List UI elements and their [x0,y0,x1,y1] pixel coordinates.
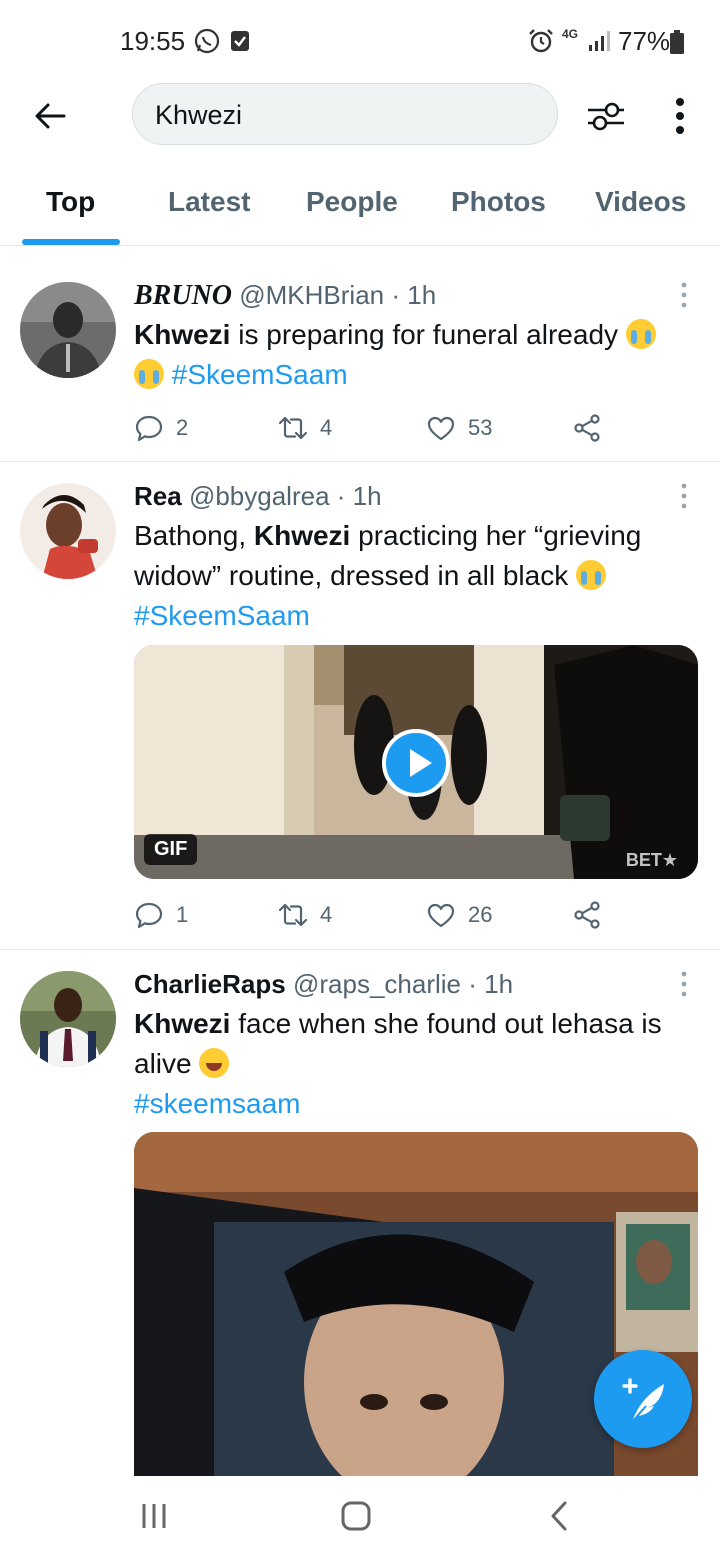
tweet-actions: 1 4 26 [134,895,604,935]
author-handle: @raps_charlie [292,969,461,999]
tweet-time: · 1h [391,280,437,310]
tweet-text: Bathong, Khwezi practicing her “grieving… [134,516,704,636]
tweet-header: BRUNO @MKHBrian · 1h [134,280,436,312]
share-icon [574,414,600,442]
arrow-left-icon [35,103,66,129]
author-name[interactable]: CharlieRaps [134,969,286,999]
search-filter-icon[interactable] [582,92,630,140]
reply-button[interactable]: 1 [134,895,188,935]
tab-top[interactable]: Top [46,186,95,218]
hashtag-link[interactable]: #SkeemSaam [134,600,310,631]
tab-videos[interactable]: Videos [595,186,686,218]
battery-level: 77% [618,26,671,56]
like-count: 26 [468,902,493,927]
tweet-body-text: is preparing for funeral already [230,319,626,350]
retweet-button[interactable]: 4 [278,408,332,448]
like-button[interactable]: 26 [426,895,492,935]
crying-emoji-icon [625,319,656,349]
author-name[interactable]: Rea [134,481,182,511]
tweet-time: · 1h [336,481,382,511]
network-type: 4G [562,27,579,41]
tab-photos[interactable]: Photos [451,186,546,218]
hashtag-link[interactable]: #SkeemSaam [172,359,348,390]
tab-latest[interactable]: Latest [168,186,250,218]
alarm-icon [529,29,553,53]
hashtag-link[interactable]: #skeemsaam [134,1088,301,1119]
avatar[interactable] [20,282,116,378]
compose-tweet-button[interactable] [594,1350,692,1448]
recent-apps-icon[interactable] [134,1496,174,1536]
tweet[interactable]: Rea @bbygalrea · 1h Bathong, Khwezi prac… [0,463,720,950]
play-button[interactable] [382,729,450,797]
media-watermark: BET★ [625,850,678,870]
tweet-text: Khwezi face when she found out lehasa is… [134,1004,704,1124]
search-tabs: Top Latest People Photos Videos [0,176,720,246]
tweet-menu-icon[interactable] [676,280,692,310]
avatar[interactable] [20,971,116,1067]
more-options-icon[interactable] [664,92,696,140]
tweet-header: Rea @bbygalrea · 1h [134,481,382,512]
tweet-text: Khwezi is preparing for funeral already … [134,315,704,395]
heart-icon [427,903,455,928]
share-button[interactable] [572,408,602,448]
heart-icon [427,416,455,441]
author-handle: @bbygalrea [188,481,330,511]
tweet-time: · 1h [468,969,514,999]
like-button[interactable]: 53 [426,408,492,448]
reply-icon [135,902,163,929]
laughing-emoji-icon [199,1048,230,1078]
share-button[interactable] [572,895,602,935]
share-icon [574,901,600,929]
battery-icon [670,30,684,54]
tweet-body-prefix: Bathong, [134,520,254,551]
gif-badge: GIF [144,834,198,865]
search-keyword: Khwezi [134,319,231,350]
status-time: 19:55 [120,26,186,56]
retweet-icon [278,903,308,927]
reply-button[interactable]: 2 [134,408,188,448]
tweet-actions: 2 4 53 [134,408,604,448]
search-header: Khwezi [0,80,720,160]
compose-feather-icon [622,1378,664,1423]
author-name[interactable]: BRUNO [134,280,232,311]
tweet[interactable]: BRUNO @MKHBrian · 1h Khwezi is preparing… [0,262,720,462]
status-bar: 19:55 4G 77% [0,0,720,80]
system-nav-bar [0,1476,720,1560]
reply-count: 1 [176,902,189,927]
reply-icon [135,415,163,442]
back-button[interactable] [28,94,72,138]
retweet-count: 4 [320,902,333,927]
check-notification-icon [231,31,249,51]
tab-people[interactable]: People [306,186,398,218]
crying-emoji-icon [134,359,164,389]
search-keyword: Khwezi [134,1008,231,1039]
back-nav-icon[interactable] [540,1496,580,1536]
search-input[interactable]: Khwezi [132,83,558,145]
like-count: 53 [468,415,493,440]
tweet-header: CharlieRaps @raps_charlie · 1h [134,969,513,1000]
tweet-menu-icon[interactable] [676,481,692,511]
tweet-menu-icon[interactable] [676,969,692,999]
gif-media[interactable]: GIF BET★ [134,645,698,879]
crying-emoji-icon [575,560,606,590]
author-handle: @MKHBrian [239,280,385,310]
retweet-button[interactable]: 4 [278,895,332,935]
home-icon[interactable] [336,1496,376,1536]
signal-icon [589,31,610,51]
active-tab-indicator [22,239,120,245]
retweet-count: 4 [320,415,333,440]
search-keyword: Khwezi [253,520,351,551]
reply-count: 2 [176,415,189,440]
whatsapp-icon [194,28,220,54]
avatar[interactable] [20,483,116,579]
retweet-icon [278,416,308,440]
